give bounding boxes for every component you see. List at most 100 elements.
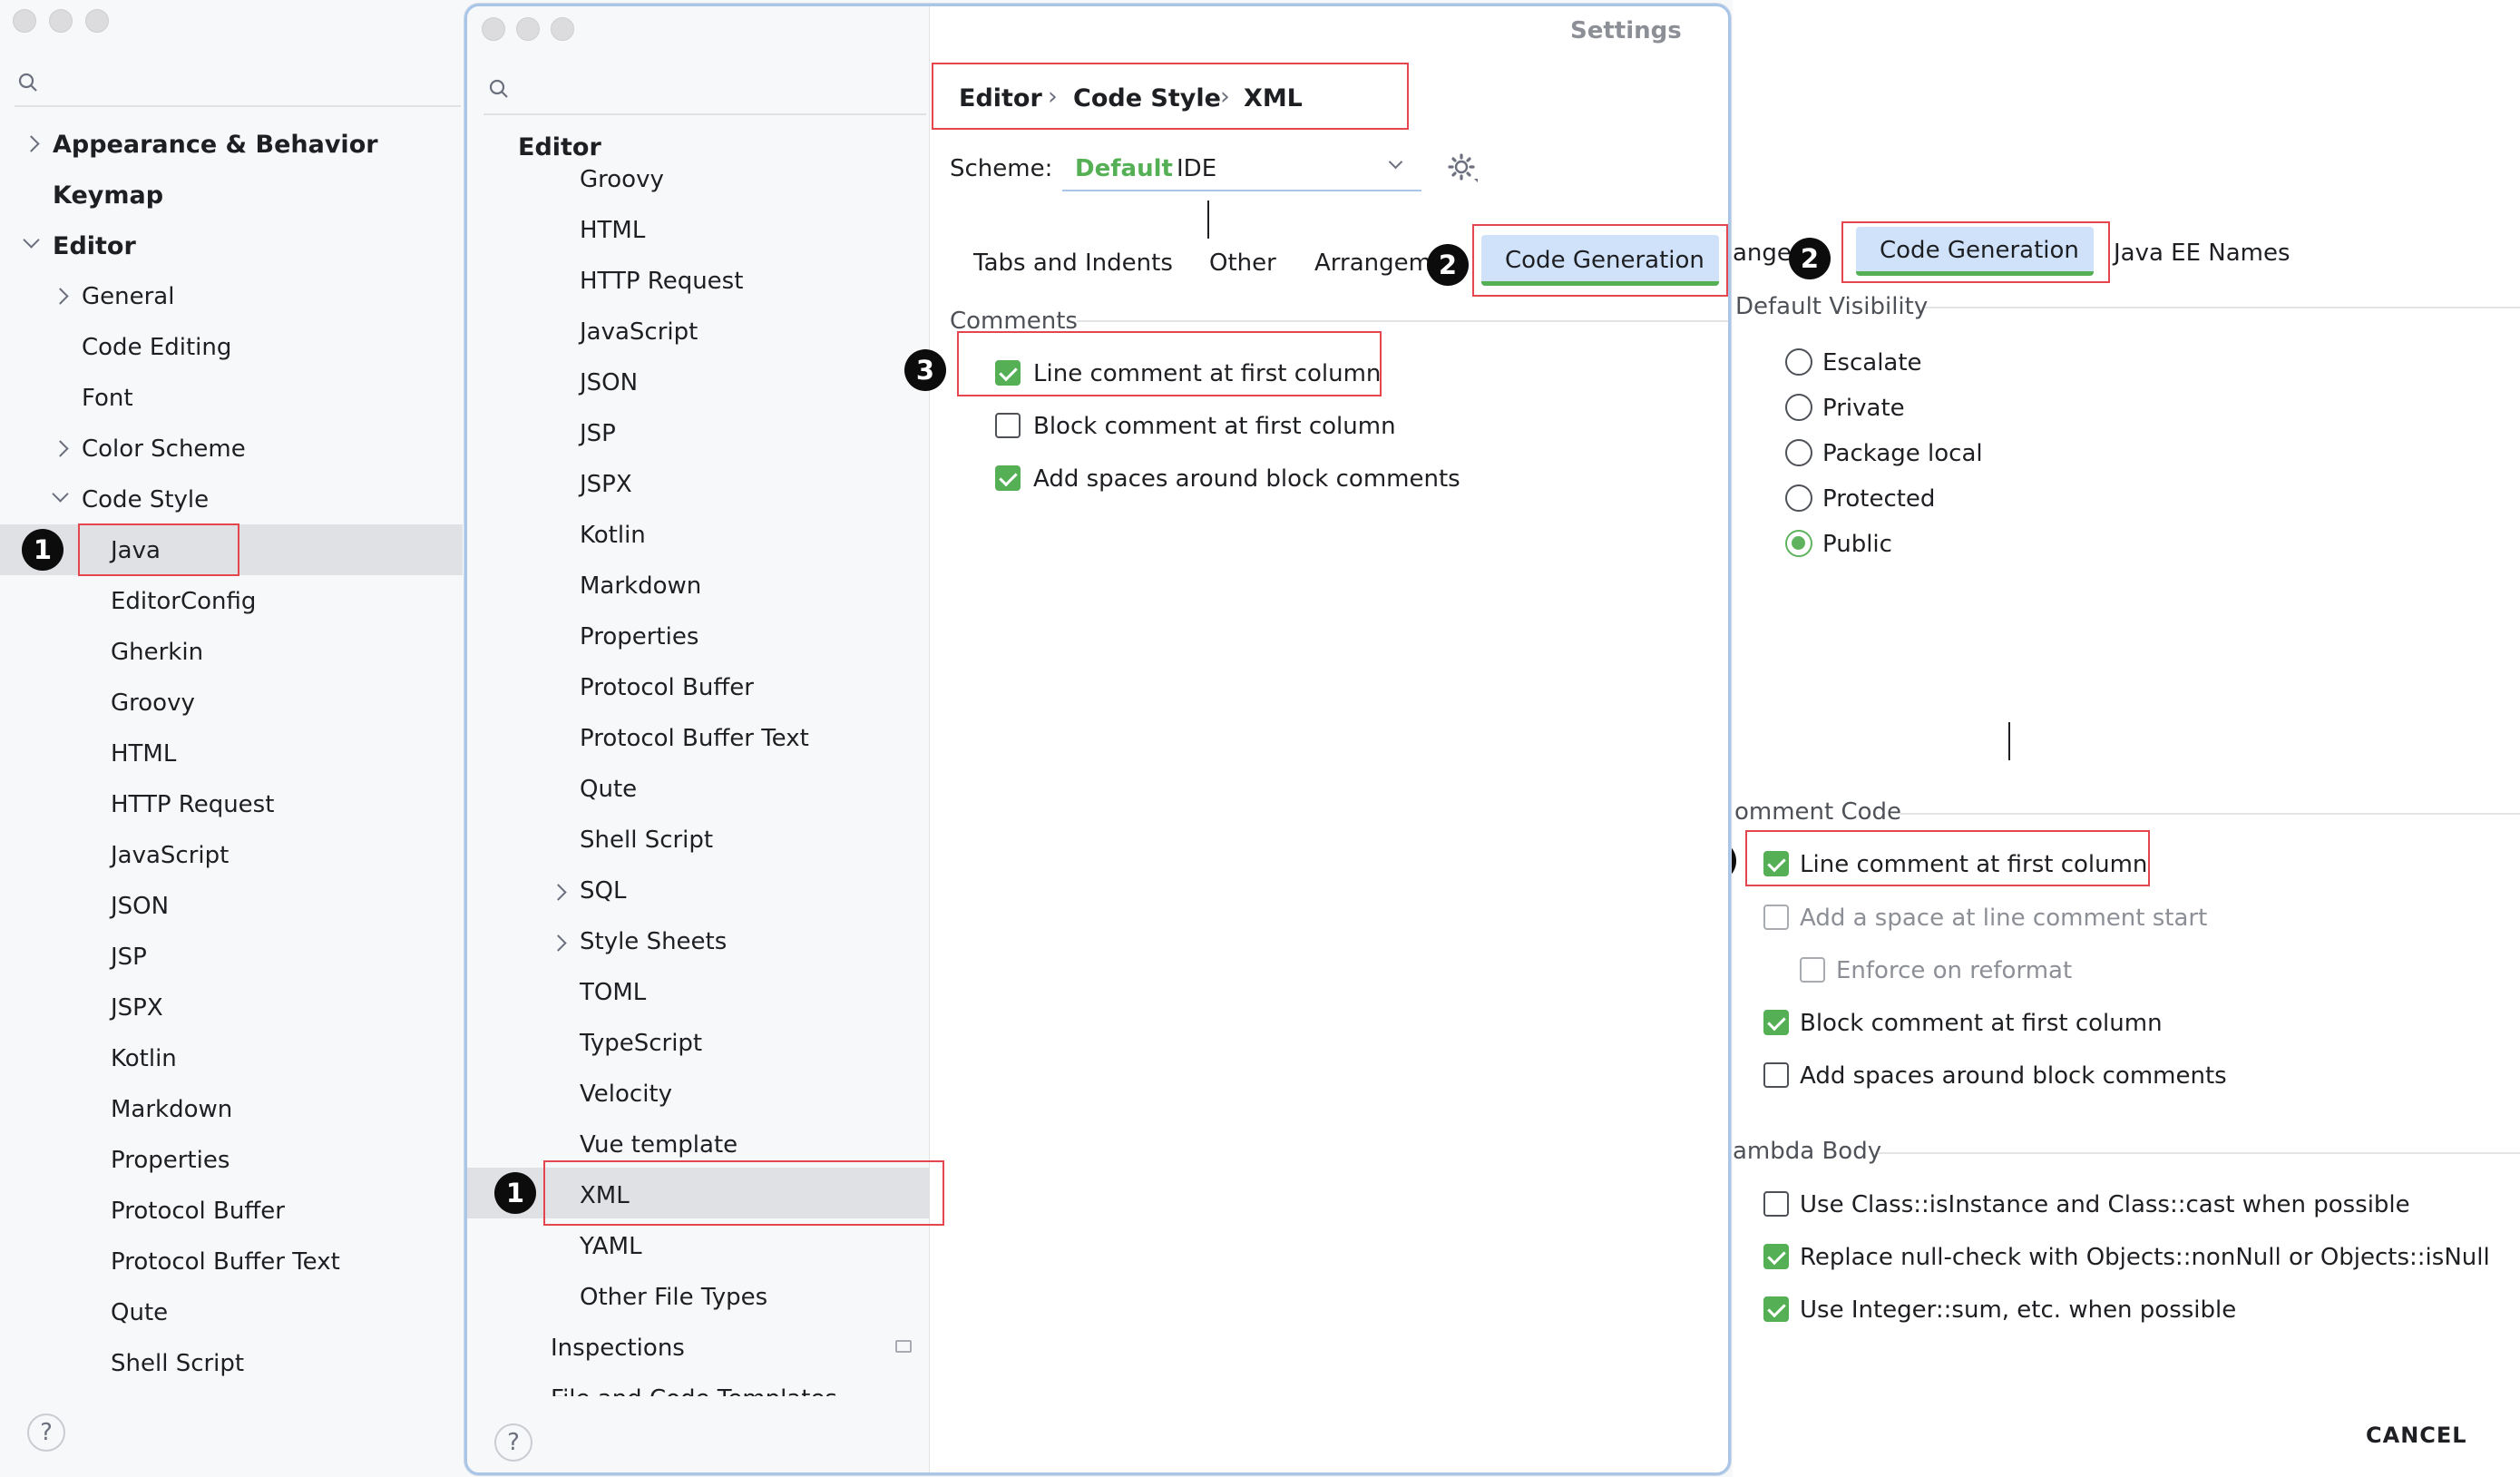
- tab-java-ee-names[interactable]: Java EE Names: [2114, 241, 2290, 265]
- tree-item-keymap[interactable]: Keymap: [53, 183, 163, 208]
- radio-visibility-label: Public: [1822, 531, 1892, 558]
- chevron-right-icon[interactable]: [23, 135, 40, 152]
- help-icon[interactable]: ?: [494, 1423, 532, 1462]
- checkbox-replace-null-check[interactable]: [1763, 1244, 1789, 1269]
- tree-item-language[interactable]: Vue template: [580, 1133, 737, 1157]
- tree-item-language[interactable]: Protocol Buffer Text: [580, 727, 809, 750]
- radio-visibility[interactable]: [1785, 530, 1812, 557]
- close-window-icon[interactable]: [482, 17, 505, 41]
- breadcrumb-editor[interactable]: Editor: [959, 86, 1042, 111]
- tree-item-language[interactable]: Protocol Buffer: [111, 1199, 285, 1223]
- tree-item-language[interactable]: Gherkin: [111, 641, 203, 664]
- tree-item-language[interactable]: EditorConfig: [111, 590, 256, 613]
- tree-item-language[interactable]: Protocol Buffer Text: [111, 1250, 340, 1274]
- cancel-button[interactable]: CANCEL: [2366, 1424, 2467, 1446]
- search-icon[interactable]: [489, 79, 509, 99]
- text-cursor: [2008, 722, 2010, 760]
- section-separator: [1900, 813, 2520, 815]
- checkbox-add-space-line-comment[interactable]: [1763, 905, 1789, 930]
- radio-visibility[interactable]: [1785, 394, 1812, 421]
- minimize-window-icon[interactable]: [49, 9, 73, 33]
- chevron-down-icon[interactable]: [52, 485, 69, 503]
- tree-item-language[interactable]: Kotlin: [580, 523, 646, 547]
- tree-item-language[interactable]: HTML: [111, 742, 176, 766]
- scheme-dropdown[interactable]: Default IDE: [1062, 144, 1421, 191]
- breadcrumb-code-style[interactable]: Code Style: [1073, 86, 1221, 111]
- tree-item-language[interactable]: JSPX: [111, 996, 163, 1020]
- checkbox-class-isinstance[interactable]: [1763, 1191, 1789, 1217]
- tree-item-language[interactable]: Shell Script: [111, 1352, 244, 1375]
- tree-item-editor[interactable]: Editor: [53, 234, 136, 259]
- checkbox-integer-sum[interactable]: [1763, 1296, 1789, 1322]
- chevron-right-icon[interactable]: [52, 288, 69, 305]
- chevron-down-icon[interactable]: [23, 231, 40, 249]
- tree-item-code-editing[interactable]: Code Editing: [82, 336, 231, 359]
- scheme-name: Default: [1075, 155, 1173, 182]
- tab-code-generation[interactable]: Code Generation: [1856, 227, 2094, 276]
- tree-item-language[interactable]: SQL: [580, 879, 626, 903]
- checkbox-block-comment-first-column[interactable]: [1763, 1010, 1789, 1035]
- tree-item-language[interactable]: Properties: [580, 625, 698, 649]
- radio-visibility[interactable]: [1785, 484, 1812, 512]
- tab-other[interactable]: Other: [1209, 251, 1276, 275]
- tree-item-language[interactable]: HTTP Request: [580, 269, 743, 293]
- tree-item-language[interactable]: Other File Types: [580, 1286, 767, 1309]
- checkbox-spaces-block-comments[interactable]: [995, 465, 1021, 491]
- gear-icon[interactable]: [1447, 152, 1480, 184]
- tree-item-general[interactable]: General: [82, 285, 174, 308]
- tree-item-color-scheme[interactable]: Color Scheme: [82, 437, 246, 461]
- tree-item-language[interactable]: JSP: [580, 422, 616, 445]
- tree-item-language[interactable]: JSP: [111, 945, 147, 969]
- checkbox-spaces-block-comments[interactable]: [1763, 1062, 1789, 1088]
- tree-item-language[interactable]: Style Sheets: [580, 930, 727, 954]
- tree-item-language[interactable]: Properties: [111, 1149, 230, 1172]
- tree-item-language[interactable]: TOML: [580, 981, 646, 1004]
- tree-item-language[interactable]: Groovy: [111, 691, 195, 715]
- tree-item-font[interactable]: Font: [82, 386, 133, 410]
- tree-item-language[interactable]: TypeScript: [580, 1032, 702, 1055]
- chevron-right-icon[interactable]: [550, 934, 567, 952]
- chevron-right-icon[interactable]: [52, 440, 69, 457]
- tree-item-language[interactable]: Velocity: [580, 1082, 672, 1106]
- checkbox-enforce-on-reformat[interactable]: [1800, 957, 1825, 983]
- help-icon[interactable]: ?: [27, 1413, 65, 1452]
- tree-item-inspections[interactable]: Inspections: [551, 1336, 685, 1360]
- tree-item-language[interactable]: Markdown: [580, 574, 701, 598]
- zoom-window-icon[interactable]: [85, 9, 109, 33]
- tree-item-language[interactable]: Kotlin: [111, 1047, 177, 1071]
- tree-item-language[interactable]: JSPX: [580, 473, 632, 496]
- tree-item-language[interactable]: XML: [580, 1184, 630, 1208]
- chevron-right-icon[interactable]: [550, 884, 567, 901]
- tree-item-language[interactable]: YAML: [580, 1235, 642, 1258]
- tree-item-language[interactable]: Protocol Buffer: [580, 676, 754, 699]
- checkbox-line-comment-first-column[interactable]: [995, 360, 1021, 386]
- tab-tabs-and-indents[interactable]: Tabs and Indents: [973, 251, 1173, 275]
- tree-item-language[interactable]: JavaScript: [111, 844, 229, 867]
- radio-visibility[interactable]: [1785, 348, 1812, 376]
- minimize-window-icon[interactable]: [516, 17, 540, 41]
- tree-item-language[interactable]: Qute: [111, 1301, 168, 1325]
- tree-item-language[interactable]: HTTP Request: [111, 793, 274, 817]
- tree-item-language[interactable]: Markdown: [111, 1098, 232, 1121]
- tree-item-file-templates[interactable]: File and Code Templates: [551, 1387, 837, 1396]
- tree-item-language[interactable]: JSON: [580, 371, 638, 395]
- tree-item-language[interactable]: Groovy: [580, 168, 664, 191]
- tree-item-language[interactable]: Java: [111, 539, 161, 562]
- tree-header-editor[interactable]: Editor: [518, 135, 601, 160]
- checkbox-line-comment-first-column[interactable]: [1763, 851, 1789, 876]
- tree-item-language[interactable]: HTML: [580, 219, 645, 242]
- tree-item-appearance[interactable]: Appearance & Behavior: [53, 132, 378, 157]
- tree-item-language[interactable]: Qute: [580, 778, 637, 801]
- step-badge-2: 2: [1427, 244, 1469, 286]
- tree-item-language[interactable]: Shell Script: [580, 828, 713, 852]
- tree-item-language[interactable]: JavaScript: [580, 320, 698, 344]
- search-underline: [483, 113, 926, 115]
- tab-code-generation[interactable]: Code Generation: [1481, 235, 1719, 286]
- tree-item-code-style[interactable]: Code Style: [82, 488, 209, 512]
- checkbox-block-comment-first-column[interactable]: [995, 413, 1021, 438]
- zoom-window-icon[interactable]: [551, 17, 574, 41]
- radio-visibility[interactable]: [1785, 439, 1812, 466]
- search-icon[interactable]: [18, 73, 38, 93]
- close-window-icon[interactable]: [13, 9, 36, 33]
- tree-item-language[interactable]: JSON: [111, 895, 169, 918]
